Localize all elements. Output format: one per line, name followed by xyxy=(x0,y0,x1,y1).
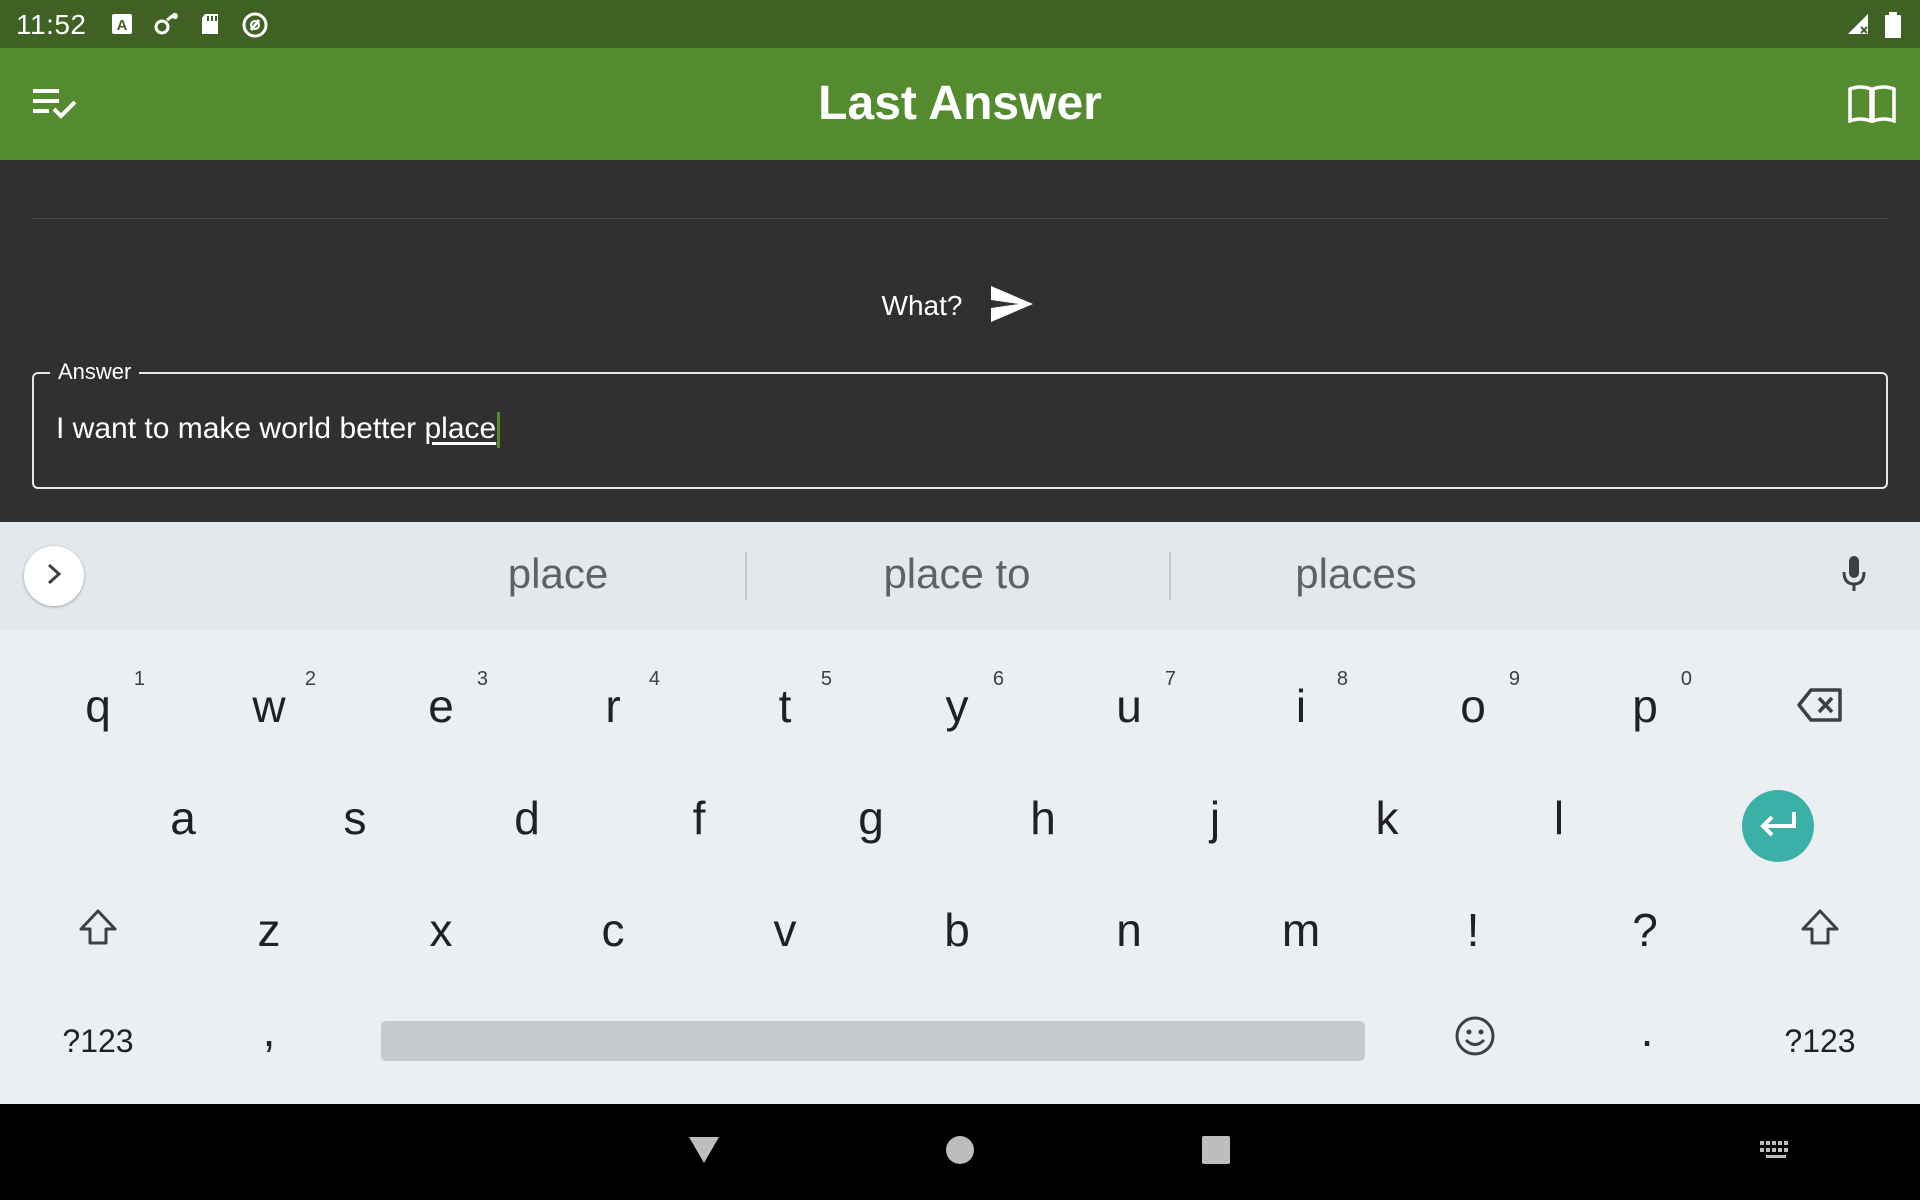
do-not-disturb-icon xyxy=(242,12,268,38)
autofill-icon: A xyxy=(110,12,134,36)
status-bar: 11:52 A xyxy=(0,0,1920,48)
symbols-key-left[interactable]: ?123 xyxy=(23,991,173,1091)
key-b[interactable]: b xyxy=(882,880,1032,980)
divider xyxy=(32,218,1888,219)
key-f[interactable]: f xyxy=(624,768,774,868)
navigation-bar xyxy=(0,1104,1920,1200)
key-t[interactable]: t5 xyxy=(710,656,860,756)
send-button[interactable] xyxy=(986,280,1038,332)
key-exclamation[interactable]: ! xyxy=(1398,880,1548,980)
answer-composing-text: place xyxy=(424,412,497,445)
answer-label: Answer xyxy=(50,359,140,385)
key-comma[interactable]: , xyxy=(194,980,344,1080)
key-a[interactable]: a xyxy=(108,768,258,868)
key-s[interactable]: s xyxy=(280,768,430,868)
chevron-right-icon xyxy=(44,562,64,591)
page-title: Last Answer xyxy=(818,77,1102,130)
key-x[interactable]: x xyxy=(366,880,516,980)
key-y[interactable]: y6 xyxy=(882,656,1032,756)
question-text: What? xyxy=(881,290,963,321)
key-period[interactable]: . xyxy=(1572,980,1722,1080)
key-h[interactable]: h xyxy=(968,768,1118,868)
suggestion-3[interactable]: places xyxy=(1146,550,1566,598)
key-v[interactable]: v xyxy=(710,880,860,980)
emoji-key[interactable] xyxy=(1400,991,1550,1091)
shift-icon xyxy=(1800,903,1840,957)
settings-sync-icon xyxy=(153,12,178,36)
space-bar[interactable] xyxy=(381,1021,1365,1061)
back-button[interactable] xyxy=(680,1128,728,1176)
app-bar: Last Answer xyxy=(0,48,1920,160)
shift-key-right[interactable] xyxy=(1745,880,1895,980)
backspace-key[interactable] xyxy=(1745,656,1895,756)
question-row: What? xyxy=(0,280,1920,332)
key-i[interactable]: i8 xyxy=(1226,656,1376,756)
key-g[interactable]: g xyxy=(796,768,946,868)
key-m[interactable]: m xyxy=(1226,880,1376,980)
keyboard-switch-button[interactable] xyxy=(1752,1128,1800,1176)
key-d[interactable]: d xyxy=(452,768,602,868)
suggestion-2[interactable]: place to xyxy=(747,550,1167,598)
expand-toolbar-button[interactable] xyxy=(24,546,84,606)
shift-key-left[interactable] xyxy=(23,880,173,980)
answer-input[interactable]: I want to make world better place xyxy=(56,412,501,449)
svg-text:A: A xyxy=(117,17,128,34)
text-caret xyxy=(497,412,501,449)
suggestion-1[interactable]: place xyxy=(348,550,768,598)
key-u[interactable]: u7 xyxy=(1054,656,1204,756)
key-r[interactable]: r4 xyxy=(538,656,688,756)
recents-square-icon xyxy=(1201,1135,1231,1170)
keyboard-icon xyxy=(1759,1140,1793,1165)
emoji-icon xyxy=(1454,1014,1496,1068)
key-p[interactable]: p0 xyxy=(1570,656,1720,756)
book-button[interactable] xyxy=(1844,78,1900,134)
key-w[interactable]: w2 xyxy=(194,656,344,756)
recents-button[interactable] xyxy=(1192,1128,1240,1176)
key-n[interactable]: n xyxy=(1054,880,1204,980)
signal-icon xyxy=(1846,12,1870,36)
voice-input-button[interactable] xyxy=(1830,552,1878,600)
key-l[interactable]: l xyxy=(1484,768,1634,868)
key-o[interactable]: o9 xyxy=(1398,656,1548,756)
key-j[interactable]: j xyxy=(1140,768,1290,868)
home-button[interactable] xyxy=(936,1128,984,1176)
key-e[interactable]: e3 xyxy=(366,656,516,756)
back-triangle-icon xyxy=(687,1135,721,1170)
book-open-icon xyxy=(1848,84,1896,128)
key-q[interactable]: q1 xyxy=(23,656,173,756)
keyboard: q1 w2 e3 r4 t5 y6 u7 i8 o9 p0 a s d f g … xyxy=(0,630,1920,1104)
main-content: What? Answer I want to make world better… xyxy=(0,160,1920,522)
key-question[interactable]: ? xyxy=(1570,880,1720,980)
battery-icon xyxy=(1884,12,1908,38)
microphone-icon xyxy=(1839,554,1869,599)
symbols-key-right[interactable]: ?123 xyxy=(1745,991,1895,1091)
answer-text: I want to make world better xyxy=(56,412,425,445)
key-k[interactable]: k xyxy=(1312,768,1462,868)
answer-field[interactable]: Answer I want to make world better place xyxy=(32,359,1888,489)
shift-icon xyxy=(78,903,118,957)
status-time: 11:52 xyxy=(16,9,87,40)
enter-icon xyxy=(1758,810,1798,843)
suggestion-strip: place place to places xyxy=(0,522,1920,630)
home-circle-icon xyxy=(944,1134,976,1171)
enter-key[interactable] xyxy=(1742,790,1814,862)
key-c[interactable]: c xyxy=(538,880,688,980)
sd-card-icon xyxy=(198,12,222,36)
backspace-icon xyxy=(1797,679,1843,733)
send-icon xyxy=(989,284,1035,329)
key-z[interactable]: z xyxy=(194,880,344,980)
